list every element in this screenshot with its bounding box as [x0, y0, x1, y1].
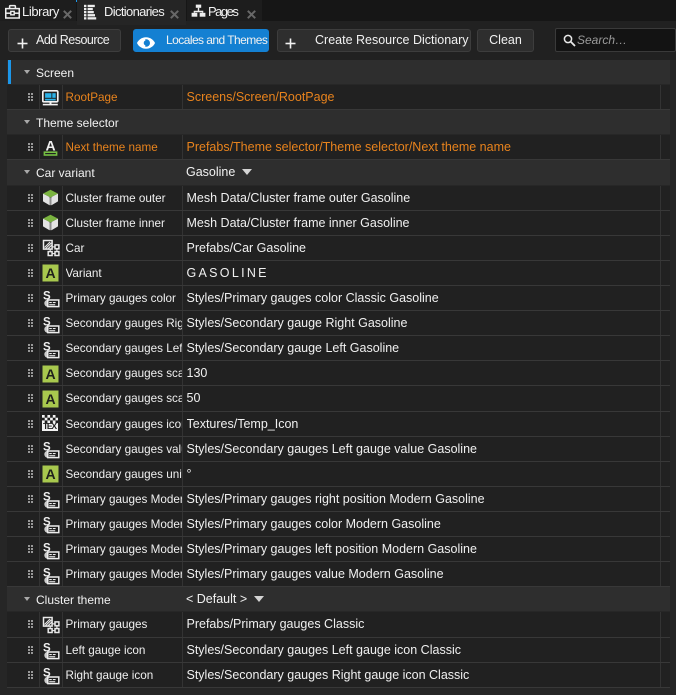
- svg-text:A: A: [45, 366, 55, 382]
- svg-text:A: A: [45, 466, 55, 482]
- svg-text:A: A: [45, 391, 55, 407]
- svg-text:TEX: TEX: [43, 421, 57, 431]
- svg-text:A: A: [45, 265, 55, 281]
